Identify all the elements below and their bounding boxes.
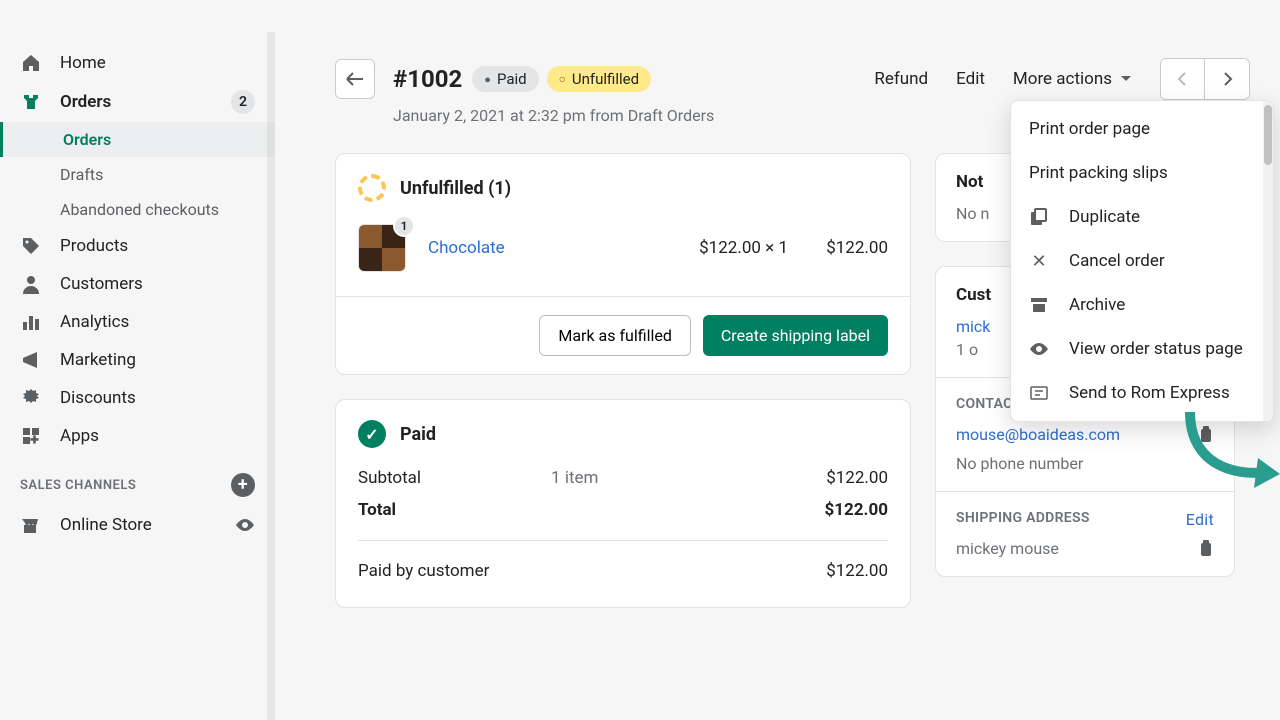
- nav-apps[interactable]: Apps: [0, 417, 275, 455]
- nav-apps-label: Apps: [60, 426, 99, 446]
- nav-home-label: Home: [60, 53, 106, 73]
- view-store-icon[interactable]: [235, 515, 255, 535]
- discounts-icon: [20, 387, 42, 409]
- dd-view-status[interactable]: View order status page: [1011, 327, 1273, 371]
- dd-print-slips[interactable]: Print packing slips: [1011, 151, 1273, 195]
- nav-discounts-label: Discounts: [60, 388, 136, 408]
- total-amount: $122.00: [825, 500, 888, 520]
- subtotal-amount: $122.00: [826, 468, 888, 488]
- nav-discounts[interactable]: Discounts: [0, 379, 275, 417]
- nav-marketing-label: Marketing: [60, 350, 136, 370]
- nav-orders-label: Orders: [60, 92, 111, 112]
- contact-email[interactable]: mouse@boaideas.com: [956, 425, 1120, 444]
- copy-email-icon[interactable]: [1198, 426, 1214, 444]
- duplicate-icon: [1029, 207, 1049, 227]
- fulfillment-title: Unfulfilled (1): [400, 178, 511, 199]
- unfulfilled-icon: [358, 174, 386, 202]
- archive-icon: [1029, 295, 1049, 315]
- create-shipping-label-button[interactable]: Create shipping label: [703, 315, 888, 356]
- eye-icon: [1029, 339, 1049, 359]
- more-actions-button[interactable]: More actions: [1013, 69, 1132, 89]
- contact-phone: No phone number: [956, 454, 1214, 473]
- fulfillment-card: Unfulfilled (1) 1 Chocolate $122.00 × 1 …: [335, 153, 911, 375]
- line-item: 1 Chocolate $122.00 × 1 $122.00: [336, 216, 910, 296]
- paid-title: Paid: [400, 424, 436, 445]
- paid-icon: [358, 420, 386, 448]
- customers-icon: [20, 273, 42, 295]
- nav-sub-drafts[interactable]: Drafts: [60, 157, 275, 192]
- paid-by-label: Paid by customer: [358, 561, 489, 581]
- order-header: #1002 Paid Unfulfilled Refund Edit More …: [335, 58, 1280, 100]
- paid-by-amount: $122.00: [826, 561, 888, 581]
- nav-analytics-label: Analytics: [60, 312, 129, 332]
- subtotal-label: Subtotal: [358, 468, 421, 488]
- channel-label: Online Store: [60, 515, 152, 535]
- nav-analytics[interactable]: Analytics: [0, 303, 275, 341]
- status-paid-badge: Paid: [472, 66, 538, 92]
- orders-icon: [20, 91, 42, 113]
- copy-address-icon[interactable]: [1198, 540, 1214, 558]
- shipping-label: SHIPPING ADDRESS: [956, 510, 1090, 529]
- line-total: $122.00: [788, 238, 888, 258]
- app-icon: [1029, 383, 1049, 403]
- back-button[interactable]: [335, 59, 375, 99]
- order-title: #1002: [393, 65, 462, 93]
- edit-link[interactable]: Edit: [956, 69, 985, 89]
- thumbnail-qty-badge: 1: [393, 215, 415, 237]
- apps-icon: [20, 425, 42, 447]
- orders-count-badge: 2: [231, 90, 255, 114]
- header-actions: Refund Edit More actions: [874, 58, 1250, 100]
- dd-archive[interactable]: Archive: [1011, 283, 1273, 327]
- channels-label: SALES CHANNELS +: [0, 455, 275, 505]
- more-actions-dropdown: Print order page Print packing slips Dup…: [1010, 100, 1274, 422]
- home-icon: [20, 52, 42, 74]
- order-pager: [1160, 58, 1250, 100]
- dd-send-rom-express[interactable]: Send to Rom Express: [1011, 371, 1273, 415]
- status-unfulfilled-badge: Unfulfilled: [547, 66, 651, 92]
- dropdown-scrollbar[interactable]: [1263, 101, 1273, 421]
- nav-customers[interactable]: Customers: [0, 265, 275, 303]
- nav-orders-sub: Orders Drafts Abandoned checkouts: [0, 122, 275, 227]
- channel-online-store[interactable]: Online Store: [0, 505, 275, 545]
- product-thumbnail[interactable]: 1: [358, 224, 406, 272]
- analytics-icon: [20, 311, 42, 333]
- products-icon: [20, 235, 42, 257]
- mark-fulfilled-button[interactable]: Mark as fulfilled: [539, 315, 691, 356]
- paid-card: Paid Subtotal 1 item $122.00 Total $122.…: [335, 399, 911, 608]
- nav-products[interactable]: Products: [0, 227, 275, 265]
- add-channel-button[interactable]: +: [231, 473, 255, 497]
- nav-sub-orders[interactable]: Orders: [0, 122, 275, 157]
- sidebar: Home Orders 2 Orders Drafts Abandoned ch…: [0, 32, 275, 720]
- nav-orders[interactable]: Orders 2: [0, 82, 275, 122]
- unit-price: $122.00 × 1: [699, 238, 788, 258]
- shipping-edit-link[interactable]: Edit: [1186, 510, 1214, 529]
- subtotal-items: 1 item: [551, 468, 598, 488]
- cancel-icon: ✕: [1029, 251, 1049, 271]
- dd-cancel[interactable]: ✕ Cancel order: [1011, 239, 1273, 283]
- total-label: Total: [358, 500, 396, 520]
- dd-duplicate[interactable]: Duplicate: [1011, 195, 1273, 239]
- nav-products-label: Products: [60, 236, 128, 256]
- caret-down-icon: [1120, 73, 1132, 85]
- product-name-link[interactable]: Chocolate: [428, 238, 505, 258]
- store-icon: [20, 515, 42, 535]
- dd-print-order[interactable]: Print order page: [1011, 107, 1273, 151]
- refund-link[interactable]: Refund: [874, 69, 928, 89]
- nav-marketing[interactable]: Marketing: [0, 341, 275, 379]
- shipping-name: mickey mouse: [956, 539, 1059, 558]
- prev-order-button[interactable]: [1161, 59, 1205, 99]
- main-content: #1002 Paid Unfulfilled Refund Edit More …: [275, 32, 1280, 720]
- marketing-icon: [20, 349, 42, 371]
- nav-sub-abandoned[interactable]: Abandoned checkouts: [60, 192, 275, 227]
- next-order-button[interactable]: [1205, 59, 1249, 99]
- nav-home[interactable]: Home: [0, 44, 275, 82]
- nav-customers-label: Customers: [60, 274, 143, 294]
